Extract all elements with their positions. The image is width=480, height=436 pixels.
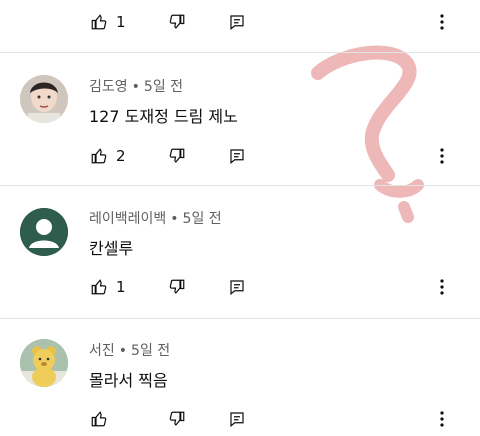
author-name[interactable]: 김도영 — [89, 79, 128, 95]
reply-button[interactable] — [228, 405, 246, 433]
like-button[interactable]: 1 — [90, 8, 126, 36]
default-avatar-icon — [20, 208, 68, 256]
thumbs-up-icon — [91, 279, 107, 295]
more-button[interactable] — [432, 142, 452, 170]
comment-meta: 레이백레이백 • 5일 전 — [89, 208, 222, 228]
thumbs-down-icon — [169, 148, 185, 163]
comment-actions — [86, 405, 466, 433]
dislike-button[interactable] — [168, 273, 186, 301]
dislike-button[interactable] — [168, 142, 186, 170]
author-name[interactable]: 레이백레이백 — [89, 211, 166, 227]
more-vert-icon — [440, 14, 444, 30]
like-button[interactable] — [90, 405, 116, 433]
comment-text: 칸셀루 — [89, 239, 134, 258]
thumbs-down-icon — [169, 14, 185, 29]
dislike-button[interactable] — [168, 8, 186, 36]
comment-item: 김도영 • 5일 전 127 도재정 드림 제노 2 — [0, 53, 480, 185]
comment-text: 몰라서 찍음 — [89, 371, 168, 390]
more-vert-icon — [440, 411, 444, 427]
reply-button[interactable] — [228, 273, 246, 301]
comment-actions: 1 — [86, 273, 466, 301]
more-button[interactable] — [432, 273, 452, 301]
thumbs-down-icon — [169, 411, 185, 426]
comment-meta: 김도영 • 5일 전 — [89, 76, 183, 96]
like-count: 2 — [116, 147, 126, 165]
like-count: 1 — [116, 278, 126, 296]
thumbs-up-icon — [91, 14, 107, 30]
like-button[interactable]: 2 — [90, 142, 126, 170]
dislike-button[interactable] — [168, 405, 186, 433]
comment-time: 5일 전 — [182, 211, 222, 227]
more-vert-icon — [440, 148, 444, 164]
reply-icon — [230, 15, 244, 30]
avatar[interactable] — [20, 339, 68, 387]
like-count: 1 — [116, 13, 126, 31]
thumbs-up-icon — [91, 411, 107, 427]
comment-time: 5일 전 — [131, 343, 171, 359]
profile-photo-person — [20, 75, 68, 123]
reply-button[interactable] — [228, 8, 246, 36]
more-button[interactable] — [432, 405, 452, 433]
author-name[interactable]: 서진 — [89, 343, 115, 359]
comment-actions: 1 — [86, 8, 466, 36]
more-button[interactable] — [432, 8, 452, 36]
meta-separator: • — [170, 211, 179, 227]
meta-separator: • — [131, 79, 140, 95]
comment-actions: 2 — [86, 142, 466, 170]
like-button[interactable]: 1 — [90, 273, 126, 301]
avatar[interactable] — [20, 75, 68, 123]
reply-icon — [230, 280, 244, 295]
meta-separator: • — [118, 343, 128, 359]
more-vert-icon — [440, 279, 444, 295]
comment-item: 1 — [0, 0, 480, 52]
thumbs-up-icon — [91, 148, 107, 164]
comment-meta: 서진 • 5일 전 — [89, 340, 170, 360]
comment-item: 레이백레이백 • 5일 전 칸셀루 1 — [0, 186, 480, 318]
reply-button[interactable] — [228, 142, 246, 170]
profile-photo-teddy-bear — [20, 339, 68, 387]
comment-item: 서진 • 5일 전 몰라서 찍음 — [0, 319, 480, 436]
reply-icon — [230, 412, 244, 427]
thumbs-down-icon — [169, 279, 185, 294]
avatar[interactable] — [20, 208, 68, 256]
comment-time: 5일 전 — [143, 79, 184, 95]
reply-icon — [230, 149, 244, 164]
comment-text: 127 도재정 드림 제노 — [89, 107, 238, 126]
